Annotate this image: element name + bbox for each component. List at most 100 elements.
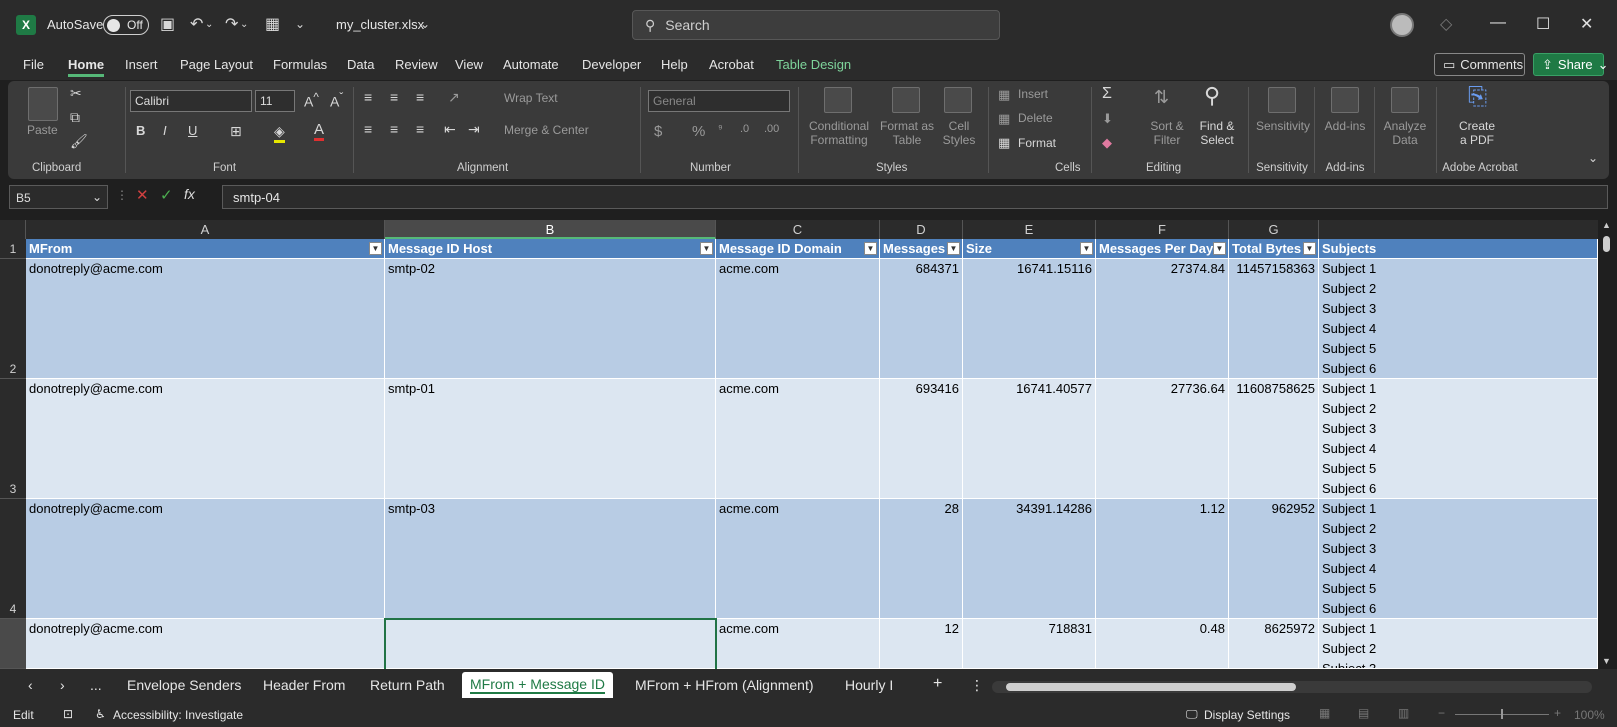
search-box[interactable]: ⚲ Search: [632, 10, 1000, 40]
display-settings-icon[interactable]: 🖵: [1186, 707, 1198, 722]
redo-dropdown-icon[interactable]: ⌄: [240, 19, 248, 30]
tab-return-path[interactable]: Return Path: [370, 677, 445, 693]
spreadsheet-grid[interactable]: A B C D E F G 1 MFrom ▼ Message ID Host ▼ …: [0, 220, 1598, 669]
orientation-icon[interactable]: ↗: [448, 89, 460, 106]
cell-subjects[interactable]: Subject 1 Subject 2 Subject 3 Subject 4 …: [1319, 379, 1598, 499]
analyze-data-icon[interactable]: [1391, 87, 1419, 113]
fill-color-icon[interactable]: ◈: [274, 123, 285, 143]
accessibility-status[interactable]: Accessibility: Investigate: [113, 708, 243, 722]
maximize-icon[interactable]: ☐: [1536, 14, 1550, 34]
tab-file[interactable]: File: [23, 57, 44, 72]
sensitivity-button[interactable]: Sensitivity: [1256, 119, 1310, 133]
zoom-out-icon[interactable]: −: [1438, 706, 1445, 720]
align-right-icon[interactable]: ≡: [416, 121, 424, 137]
tab-data[interactable]: Data: [347, 57, 374, 72]
format-cells-icon[interactable]: ▦: [998, 135, 1010, 151]
tab-mfrom-hfrom[interactable]: MFrom + HFrom (Alignment): [635, 677, 814, 693]
row-header-3[interactable]: 3: [0, 379, 26, 499]
insert-cells-icon[interactable]: ▦: [998, 87, 1010, 103]
sort-filter-icon[interactable]: ⇅: [1154, 87, 1169, 108]
bold-button[interactable]: B: [136, 123, 145, 138]
enter-icon[interactable]: ✓: [160, 186, 173, 204]
cell-messages[interactable]: 684371: [880, 259, 963, 379]
select-all-corner[interactable]: [0, 220, 26, 239]
header-cell-messages[interactable]: Messages ▼: [880, 239, 963, 259]
cell-size[interactable]: 718831: [963, 619, 1096, 669]
accessibility-icon[interactable]: ♿: [95, 707, 106, 721]
copy-icon[interactable]: ⧉: [70, 109, 80, 126]
row-header-2[interactable]: 2: [0, 259, 26, 379]
conditional-formatting-icon[interactable]: [824, 87, 852, 113]
column-header-b[interactable]: B: [385, 220, 716, 239]
tab-developer[interactable]: Developer: [582, 57, 641, 72]
row-header-1[interactable]: 1: [0, 239, 26, 259]
normal-view-icon[interactable]: ▦: [1319, 706, 1330, 720]
next-sheet-icon[interactable]: ›: [60, 677, 65, 693]
cut-icon[interactable]: ✂: [70, 85, 82, 102]
vertical-scrollbar[interactable]: ▲ ▼: [1598, 220, 1617, 669]
column-header-f[interactable]: F: [1096, 220, 1229, 239]
underline-button[interactable]: U: [188, 123, 197, 138]
share-button[interactable]: ⇪ Share ⌄: [1533, 53, 1609, 76]
tab-review[interactable]: Review: [395, 57, 438, 72]
minimize-icon[interactable]: —: [1490, 14, 1506, 32]
comma-style-icon[interactable]: ⁹: [718, 123, 723, 135]
addins-icon[interactable]: [1331, 87, 1359, 113]
cell-total-bytes[interactable]: 11457158363: [1229, 259, 1319, 379]
zoom-in-icon[interactable]: +: [1554, 706, 1561, 720]
cell-domain[interactable]: acme.com: [716, 499, 880, 619]
cell-size[interactable]: 16741.15116: [963, 259, 1096, 379]
column-header-h[interactable]: [1319, 220, 1598, 239]
column-header-g[interactable]: G: [1229, 220, 1319, 239]
font-color-icon[interactable]: A: [314, 121, 325, 141]
customize-qat-icon[interactable]: ⌄: [295, 17, 305, 31]
macro-record-icon[interactable]: ⊡: [63, 707, 73, 721]
column-header-c[interactable]: C: [716, 220, 880, 239]
align-middle-icon[interactable]: ≡: [390, 89, 398, 105]
cell-host[interactable]: smtp-01: [385, 379, 716, 499]
tab-acrobat[interactable]: Acrobat: [709, 57, 754, 72]
cell-messages-per-day[interactable]: 0.48: [1096, 619, 1229, 669]
tab-insert[interactable]: Insert: [125, 57, 158, 72]
addins-button[interactable]: Add-ins: [1322, 119, 1368, 133]
sensitivity-icon[interactable]: [1268, 87, 1296, 113]
delete-cells-icon[interactable]: ▦: [998, 111, 1010, 127]
autosum-icon[interactable]: Σ: [1102, 85, 1112, 103]
paste-button[interactable]: Paste: [27, 123, 58, 137]
page-break-view-icon[interactable]: ▥: [1398, 706, 1409, 720]
horizontal-scrollbar[interactable]: [992, 681, 1592, 693]
filter-dropdown-icon[interactable]: ▼: [700, 242, 713, 255]
sheet-options-icon[interactable]: ⋮: [970, 677, 984, 694]
cell-size[interactable]: 34391.14286: [963, 499, 1096, 619]
cell-messages[interactable]: 12: [880, 619, 963, 669]
cell-messages[interactable]: 693416: [880, 379, 963, 499]
align-top-icon[interactable]: ≡: [364, 89, 372, 105]
diamond-icon[interactable]: ◇: [1440, 14, 1452, 34]
cell-mfrom[interactable]: donotreply@acme.com: [26, 499, 385, 619]
header-cell-size[interactable]: Size ▼: [963, 239, 1096, 259]
autosave-toggle[interactable]: Off: [103, 15, 149, 35]
column-header-a[interactable]: A: [26, 220, 385, 239]
filter-dropdown-icon[interactable]: ▼: [369, 242, 382, 255]
cell-mfrom[interactable]: donotreply@acme.com: [26, 379, 385, 499]
align-left-icon[interactable]: ≡: [364, 121, 372, 137]
cell-domain[interactable]: acme.com: [716, 379, 880, 499]
filter-dropdown-icon[interactable]: ▼: [1080, 242, 1093, 255]
align-center-icon[interactable]: ≡: [390, 121, 398, 137]
tab-envelope-senders[interactable]: Envelope Senders: [127, 677, 241, 693]
cell-size[interactable]: 16741.40577: [963, 379, 1096, 499]
filter-dropdown-icon[interactable]: ▼: [947, 242, 960, 255]
cell-styles-icon[interactable]: [944, 87, 972, 113]
name-box-dropdown-icon[interactable]: ⌄: [92, 190, 102, 204]
header-cell-message-id-host[interactable]: Message ID Host ▼: [385, 239, 716, 259]
create-pdf-icon[interactable]: ⎘: [1468, 83, 1487, 111]
increase-indent-icon[interactable]: ⇥: [468, 121, 480, 138]
formula-input[interactable]: smtp-04: [222, 185, 1608, 209]
cell-mfrom[interactable]: donotreply@acme.com: [26, 259, 385, 379]
analyze-data-button[interactable]: Analyze Data: [1380, 119, 1430, 147]
zoom-slider-thumb[interactable]: [1501, 709, 1503, 719]
tab-mfrom-message-id[interactable]: MFrom + Message ID: [462, 672, 613, 698]
find-select-icon[interactable]: ⚲: [1204, 83, 1220, 109]
header-cell-mfrom[interactable]: MFrom ▼: [26, 239, 385, 259]
table-icon[interactable]: ▦: [265, 14, 280, 34]
